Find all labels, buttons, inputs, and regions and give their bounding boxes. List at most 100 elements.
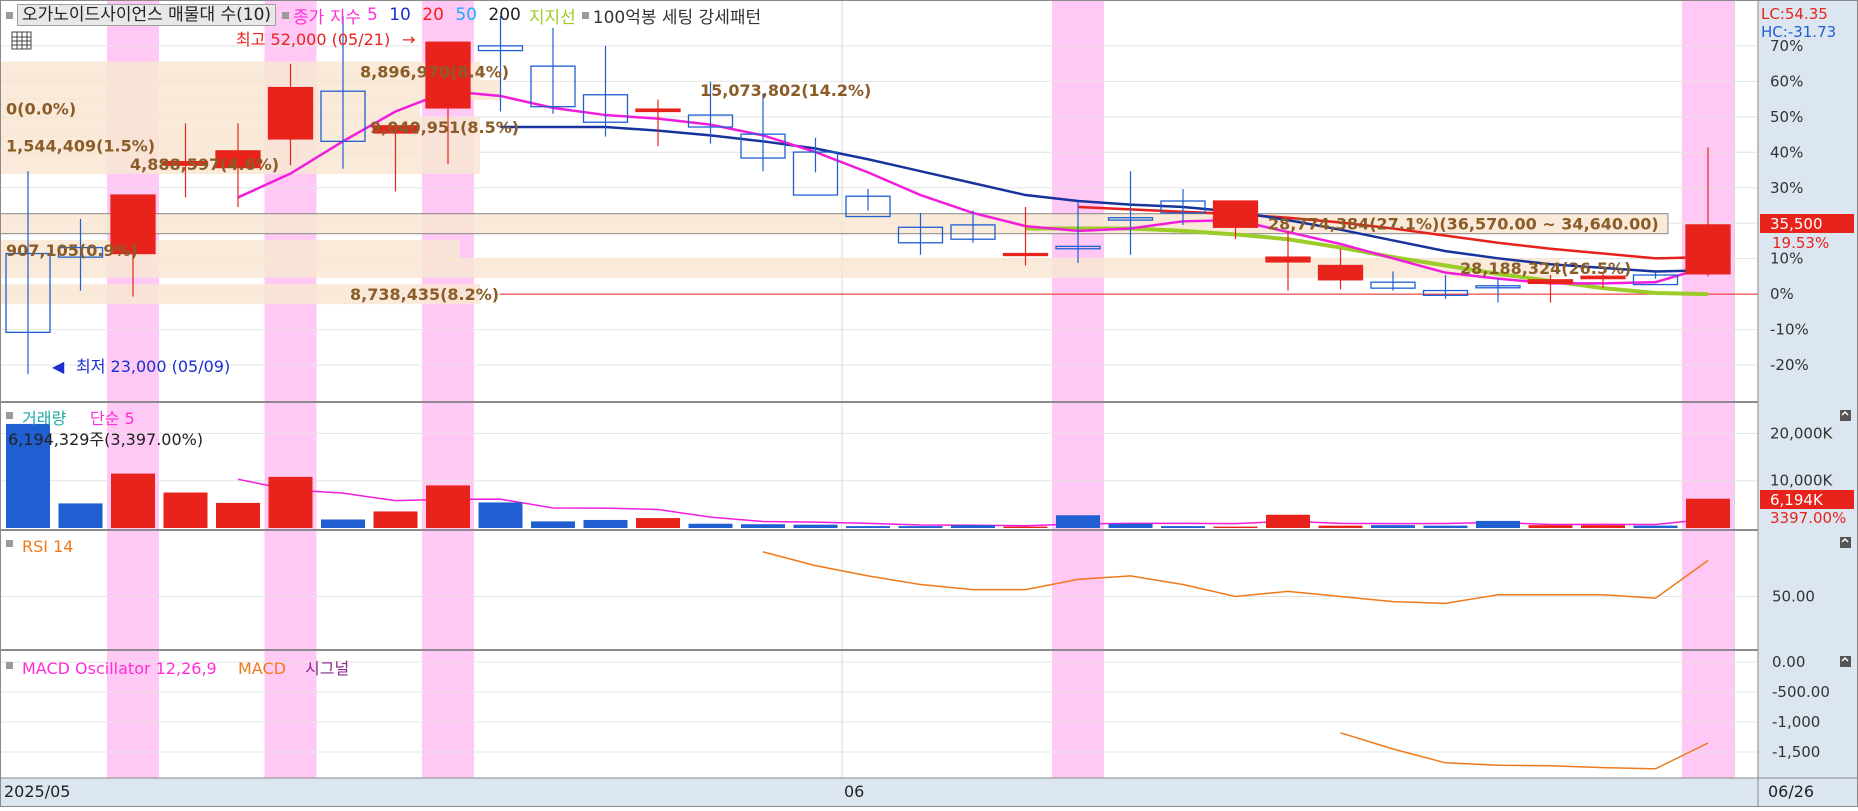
candle-body (1002, 252, 1049, 257)
candle-body (950, 224, 996, 240)
volume-bar (741, 524, 785, 528)
table-icon[interactable] (11, 31, 32, 50)
volume-tick-label: 10,000K (1770, 472, 1833, 490)
chart-window: 8,896,970(8.4%) 15,073,802(14.2%) 0(0.0%) 9… (0, 0, 1858, 807)
candle-body (1370, 281, 1416, 289)
volume-ma-legend: 단순 5 (90, 409, 135, 428)
pct-tick-label: 40% (1770, 143, 1803, 161)
candle-body (1317, 264, 1364, 281)
pct-tick-label: 10% (1770, 250, 1803, 268)
candle-body (1422, 289, 1469, 296)
candle-body (792, 151, 839, 196)
volume-profile-label: 28,774,384(27.1%)(36,570.00 ~ 34,640.00) (1268, 215, 1659, 234)
volume-pane-close-icon[interactable] (1840, 410, 1851, 421)
pct-tick-label: 30% (1770, 179, 1803, 197)
volume-bar (793, 524, 838, 528)
candle-body (1160, 200, 1206, 214)
volume-legend: 거래량 (22, 409, 66, 428)
volume-bar (1161, 526, 1205, 528)
macd-osc-legend: MACD Oscillator 12,26,9 (22, 659, 217, 678)
volume-last-label: 6,194K (1770, 491, 1824, 509)
pct-tick-label: -20% (1770, 356, 1809, 374)
pct-tick-label: 60% (1770, 72, 1803, 90)
volume-bar (898, 526, 943, 528)
candle-body (477, 45, 524, 52)
volume-tick-label: 20,000K (1770, 424, 1833, 442)
chart-title-bar: 오가노이드사이언스 매물대 수(10) 종가 지수 5 10 20 50 200… (6, 3, 761, 28)
macd-tick-label: -500.00 (1772, 683, 1830, 701)
candle-body (530, 65, 576, 108)
lc-label: LC:54.35 (1761, 5, 1828, 23)
ma-period-50[interactable]: 50 (450, 5, 477, 25)
volume-bar (1318, 525, 1363, 528)
legend-square-icon (6, 11, 13, 19)
ma-period-10[interactable]: 10 (384, 5, 411, 25)
stock-title[interactable]: 오가노이드사이언스 매물대 수(10) (17, 4, 277, 26)
current-price-label: 35,500 (1770, 215, 1823, 233)
volume-bar (1108, 523, 1153, 528)
ma-period-20[interactable]: 20 (417, 5, 444, 25)
macd-tick-label: -1,000 (1772, 713, 1820, 731)
volume-profile-label: 1,544,409(1.5%) (6, 137, 155, 156)
candle-body (1107, 217, 1154, 221)
ma-period-200[interactable]: 200 (483, 5, 520, 25)
volume-bar (1476, 520, 1520, 528)
volume-bar (1528, 525, 1573, 528)
volume-bar (426, 485, 470, 528)
signal-legend: 시그널 (305, 659, 349, 678)
candle-body (5, 252, 51, 333)
ma-period-5[interactable]: 5 (367, 5, 378, 25)
candle-body (582, 94, 629, 123)
volume-bar (1371, 525, 1415, 528)
rsi-pane-close-icon[interactable] (1840, 537, 1851, 548)
rsi-legend: RSI 14 (22, 537, 73, 556)
volume-bar (688, 523, 733, 528)
candle-body (635, 108, 681, 113)
volume-bar (636, 518, 680, 528)
pct-tick-label: 50% (1770, 108, 1803, 126)
ma-label[interactable]: 종가 지수 (293, 3, 361, 28)
high-arrow-icon: → (402, 30, 415, 49)
macd-pane-close-icon[interactable] (1840, 656, 1851, 667)
volume-profile-label: 4,888,597(4.6%) (130, 155, 279, 174)
volume-bar (1423, 525, 1468, 528)
volume-bar (321, 519, 365, 528)
volume-bar (1213, 526, 1258, 528)
volume-bar (1266, 514, 1310, 528)
candle-body (1685, 224, 1731, 275)
candle-body (897, 226, 944, 244)
volume-bar (111, 473, 155, 528)
ma-periods: 5 10 20 50 200 (361, 5, 521, 25)
high-price-label: 최고 52,000 (05/21) (236, 30, 390, 49)
volume-bar (846, 526, 890, 528)
volume-bar (268, 476, 313, 528)
support-label[interactable]: 지지선 (529, 3, 576, 28)
candle-body (267, 86, 314, 140)
stock-chart[interactable]: 8,896,970(8.4%) 15,073,802(14.2%) 0(0.0%) 9… (0, 0, 1858, 807)
volume-bar (1686, 498, 1730, 528)
volume-bar (951, 525, 995, 528)
pct-tick-label: 70% (1770, 37, 1803, 55)
volume-profile-label: 8,896,970(8.4%) (360, 62, 509, 81)
low-price-label: 최저 23,000 (05/09) (76, 357, 230, 376)
macd-tick-label: 0.00 (1772, 653, 1805, 671)
volume-bar (1056, 515, 1100, 528)
candle-body (740, 133, 786, 159)
volume-bar (373, 511, 418, 528)
volume-bar (1633, 525, 1678, 528)
candle-body (1212, 200, 1259, 228)
candle-body (1475, 285, 1521, 289)
volume-info: 6,194,329주(3,397.00%) (8, 430, 203, 449)
volume-profile-label: 28,188,324(26.5%) (1460, 259, 1631, 278)
volume-bar (583, 519, 628, 528)
macd-legend: MACD (238, 659, 286, 678)
pattern-label[interactable]: 100억봉 세팅 강세패턴 (593, 3, 761, 28)
pct-tick-label: 0% (1770, 285, 1794, 303)
candle-body (687, 114, 734, 128)
volume-profile-label: 8,738,435(8.2%) (350, 285, 499, 304)
macd-tick-label: -1,500 (1772, 743, 1820, 761)
volume-profile-label: 907,105(0.9%) (6, 241, 138, 260)
candle-body (1055, 245, 1101, 250)
volume-profile-label: 15,073,802(14.2%) (700, 81, 871, 100)
current-pct-label: 19.53% (1772, 234, 1829, 252)
